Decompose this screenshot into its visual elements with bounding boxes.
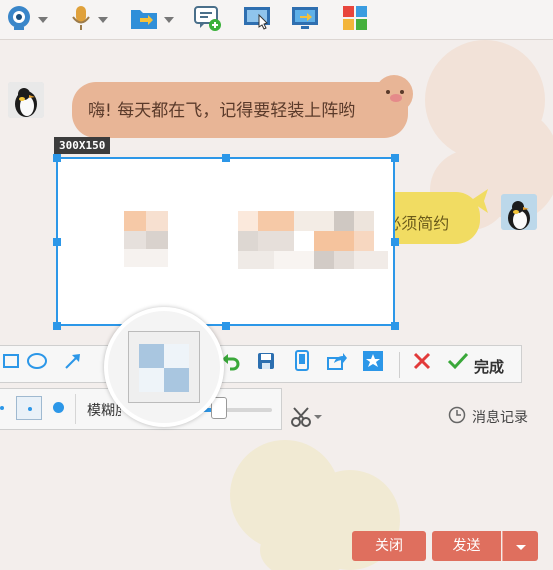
resize-handle[interactable] (53, 322, 61, 330)
microphone-icon (70, 4, 92, 36)
screenshot-button[interactable] (290, 406, 324, 432)
cancel-icon (413, 352, 431, 374)
screen-share-button[interactable] (243, 6, 273, 34)
message-text: 嗨! 每天都在飞，记得要轻装上阵哟 (88, 101, 356, 121)
file-transfer-button[interactable] (130, 6, 174, 34)
ellipse-icon (26, 352, 48, 374)
chat-toolbar (0, 0, 553, 40)
microphone-button[interactable] (70, 6, 108, 34)
pin-icon (292, 350, 312, 376)
capture-region[interactable] (53, 154, 399, 330)
done-label[interactable]: 完成 (474, 356, 504, 377)
resize-handle[interactable] (391, 322, 399, 330)
resize-handle[interactable] (391, 238, 399, 246)
apps-button[interactable] (342, 6, 368, 34)
folder-transfer-icon (130, 6, 158, 34)
fish-tail-decoration (468, 186, 492, 220)
my-avatar[interactable] (501, 194, 537, 230)
resize-handle[interactable] (391, 154, 399, 162)
pig-decoration (372, 72, 416, 120)
clock-icon (448, 406, 466, 428)
webcam-button[interactable] (6, 6, 48, 34)
message-record-label: 消息记录 (472, 410, 528, 426)
mosaic-icon (128, 331, 200, 403)
options-divider (75, 394, 76, 424)
scissors-icon (290, 407, 324, 432)
resize-handle[interactable] (53, 238, 61, 246)
chevron-down-icon (515, 537, 527, 556)
share-tool[interactable] (325, 351, 349, 375)
resize-handle[interactable] (222, 322, 230, 330)
rectangle-tool[interactable] (0, 351, 24, 375)
share-icon (326, 351, 348, 375)
contact-avatar[interactable] (8, 82, 44, 118)
cancel-button[interactable] (410, 351, 434, 375)
webcam-icon (6, 5, 32, 35)
arrow-icon (63, 351, 83, 375)
arrow-tool[interactable] (61, 351, 85, 375)
message-record-button[interactable]: 消息记录 (448, 406, 528, 428)
capture-size-label: 300X150 (54, 137, 111, 154)
close-button[interactable]: 关闭 (352, 531, 426, 561)
remote-desktop-button[interactable] (291, 6, 321, 34)
collect-icon (362, 350, 384, 376)
size-large-option[interactable] (53, 402, 64, 413)
rectangle-icon (3, 352, 21, 374)
pin-tool[interactable] (290, 350, 314, 376)
toolbar-divider (399, 352, 400, 378)
resize-handle[interactable] (222, 154, 230, 162)
size-medium-option[interactable] (16, 396, 42, 420)
collect-tool[interactable] (361, 351, 385, 375)
send-options-button[interactable] (502, 531, 538, 561)
chat-add-icon (193, 4, 223, 36)
resize-handle[interactable] (53, 154, 61, 162)
send-button[interactable]: 发送 (432, 531, 501, 561)
ellipse-tool[interactable] (25, 351, 49, 375)
save-tool[interactable] (254, 351, 278, 375)
check-icon (447, 352, 469, 374)
apps-grid-icon (342, 5, 368, 35)
done-button[interactable] (446, 351, 470, 375)
save-icon (256, 351, 276, 375)
size-small-option[interactable] (0, 406, 4, 410)
remote-desktop-icon (291, 5, 321, 35)
add-chat-button[interactable] (193, 6, 223, 34)
screen-share-icon (243, 5, 273, 35)
